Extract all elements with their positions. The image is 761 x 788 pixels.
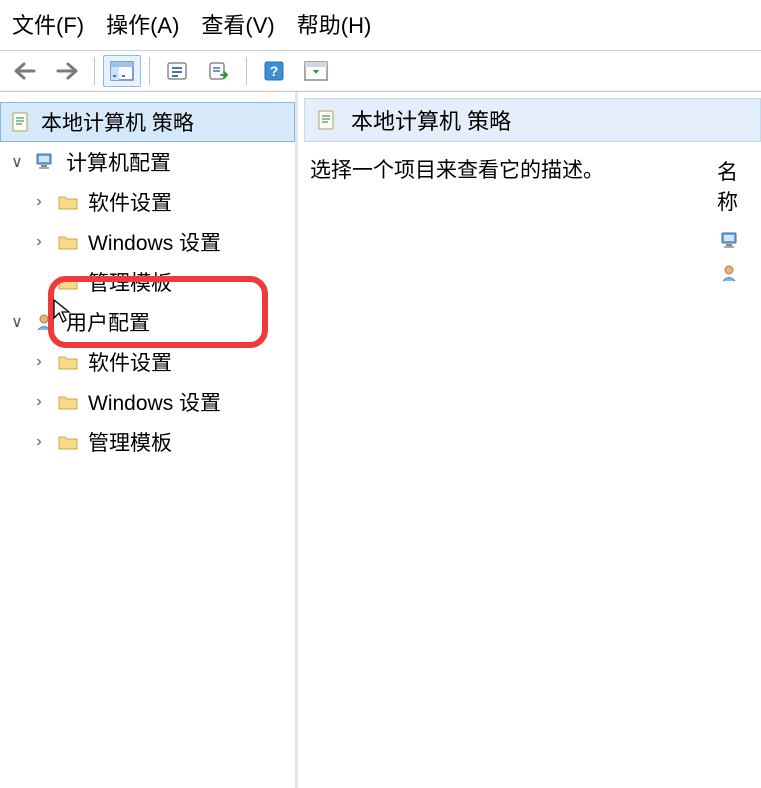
tree-computer-config-label: 计算机配置 xyxy=(66,147,171,177)
policy-doc-icon xyxy=(315,109,339,131)
folder-icon xyxy=(56,191,80,213)
tree-item-label: 管理模板 xyxy=(88,267,172,297)
filter-view-button[interactable] xyxy=(297,55,335,87)
content-header: 本地计算机 策略 xyxy=(304,98,761,142)
list-header-name[interactable]: 名称 xyxy=(717,156,757,216)
toolbar-separator xyxy=(149,57,150,85)
list-column: 名称 xyxy=(717,154,757,284)
tree-computer-config[interactable]: ∨ 计算机配置 xyxy=(0,142,295,182)
back-button[interactable] xyxy=(6,55,44,87)
expander-open-icon[interactable]: ∨ xyxy=(8,152,26,172)
content-body: 选择一个项目来查看它的描述。 名称 xyxy=(298,142,761,284)
menu-view[interactable]: 查看(V) xyxy=(201,8,274,40)
tree-item-label: Windows 设置 xyxy=(88,387,221,417)
folder-icon xyxy=(56,431,80,453)
menu-file[interactable]: 文件(F) xyxy=(12,8,84,40)
folder-icon xyxy=(56,351,80,373)
menu-help[interactable]: 帮助(H) xyxy=(297,8,372,40)
content-title: 本地计算机 策略 xyxy=(351,104,511,136)
folder-icon xyxy=(56,271,80,293)
tree-root[interactable]: 本地计算机 策略 xyxy=(0,102,295,142)
menu-bar: 文件(F) 操作(A) 查看(V) 帮助(H) xyxy=(0,0,761,50)
main-area: 本地计算机 策略 ∨ 计算机配置 › 软件设置 › xyxy=(0,92,761,788)
tree-user-config-label: 用户配置 xyxy=(66,307,150,337)
computer-icon[interactable] xyxy=(719,230,743,252)
content-pane: 本地计算机 策略 选择一个项目来查看它的描述。 名称 xyxy=(298,92,761,788)
computer-icon xyxy=(34,151,58,173)
expander-closed-icon[interactable]: › xyxy=(30,393,48,411)
export-icon xyxy=(208,61,230,81)
folder-icon xyxy=(56,231,80,253)
properties-button[interactable] xyxy=(158,55,196,87)
content-description: 选择一个项目来查看它的描述。 xyxy=(310,154,717,284)
forward-button[interactable] xyxy=(48,55,86,87)
toolbar-separator xyxy=(94,57,95,85)
tree-computer-windows[interactable]: › Windows 设置 xyxy=(0,222,295,262)
expander-open-icon[interactable]: ∨ xyxy=(8,312,26,332)
policy-doc-icon xyxy=(9,111,33,133)
toolbar: ? xyxy=(0,50,761,92)
tree: 本地计算机 策略 ∨ 计算机配置 › 软件设置 › xyxy=(0,96,295,462)
expander-closed-icon[interactable]: › xyxy=(30,433,48,451)
tree-computer-admin-templates[interactable]: › 管理模板 xyxy=(0,262,295,302)
tree-pane: 本地计算机 策略 ∨ 计算机配置 › 软件设置 › xyxy=(0,92,298,788)
export-list-button[interactable] xyxy=(200,55,238,87)
help-icon: ? xyxy=(264,61,284,81)
tree-user-config[interactable]: ∨ 用户配置 xyxy=(0,302,295,342)
tree-item-label: 软件设置 xyxy=(88,347,172,377)
svg-text:?: ? xyxy=(270,63,279,79)
folder-icon xyxy=(56,391,80,413)
tree-user-software[interactable]: › 软件设置 xyxy=(0,342,295,382)
arrow-right-icon xyxy=(56,62,78,80)
expander-closed-icon[interactable]: › xyxy=(30,233,48,251)
user-icon xyxy=(34,311,58,333)
expander-closed-icon[interactable]: › xyxy=(30,353,48,371)
tree-user-admin-templates[interactable]: › 管理模板 xyxy=(0,422,295,462)
properties-icon xyxy=(166,61,188,81)
filter-icon xyxy=(304,61,328,81)
show-tree-button[interactable] xyxy=(103,55,141,87)
toolbar-separator xyxy=(246,57,247,85)
help-button[interactable]: ? xyxy=(255,55,293,87)
tree-user-windows[interactable]: › Windows 设置 xyxy=(0,382,295,422)
tree-item-label: 管理模板 xyxy=(88,427,172,457)
tree-item-label: Windows 设置 xyxy=(88,227,221,257)
tree-computer-software[interactable]: › 软件设置 xyxy=(0,182,295,222)
expander-closed-icon[interactable]: › xyxy=(30,193,48,211)
tree-pane-icon xyxy=(110,61,134,81)
arrow-left-icon xyxy=(14,62,36,80)
menu-action[interactable]: 操作(A) xyxy=(106,8,179,40)
user-icon[interactable] xyxy=(719,262,743,284)
tree-root-label: 本地计算机 策略 xyxy=(41,107,194,137)
tree-item-label: 软件设置 xyxy=(88,187,172,217)
